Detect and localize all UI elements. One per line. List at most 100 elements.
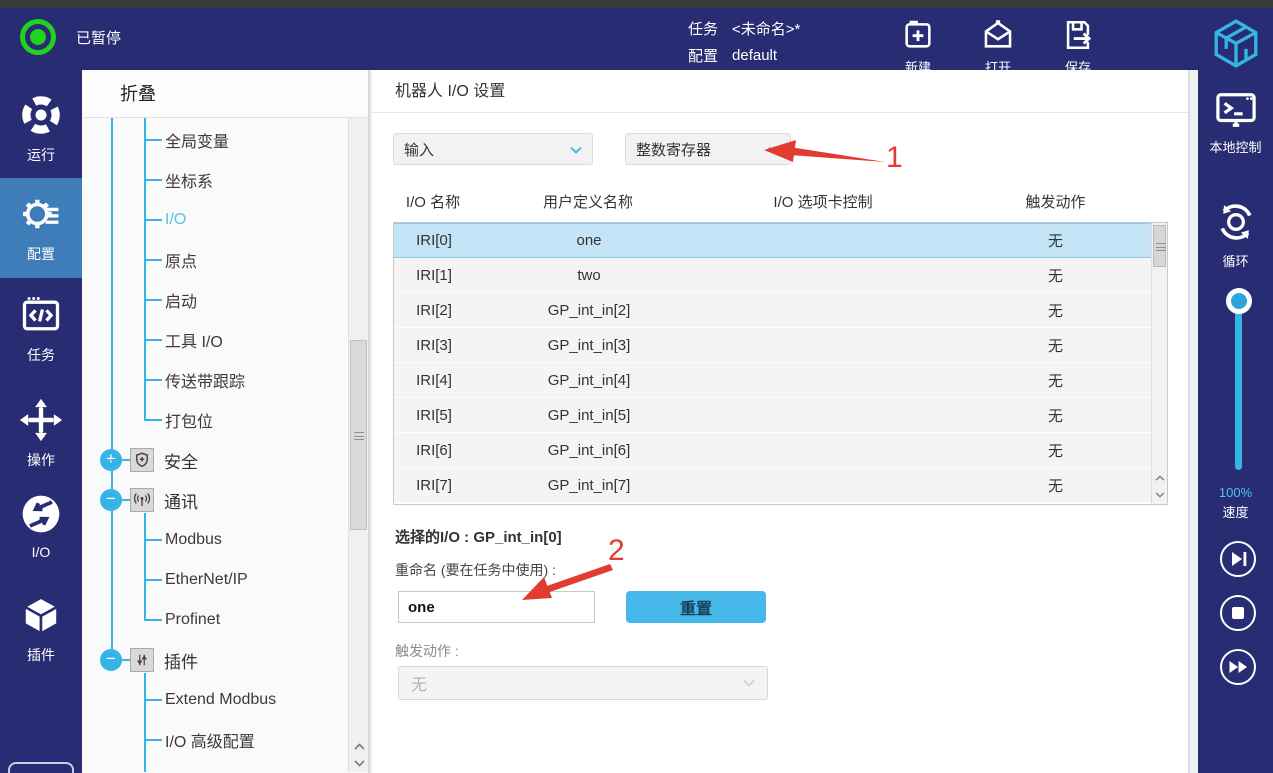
tree-item-coordinate[interactable]: 坐标系 xyxy=(82,160,346,200)
user-name-cell: two xyxy=(474,267,704,284)
trigger-cell: 无 xyxy=(944,265,1167,286)
io-name-cell: IRI[7] xyxy=(394,477,474,494)
rename-input[interactable] xyxy=(398,591,595,623)
speed-slider-track[interactable] xyxy=(1235,300,1242,470)
tree-item-origin[interactable]: 原点 xyxy=(82,240,346,280)
table-row[interactable]: IRI[6] GP_int_in[6] 无 xyxy=(394,433,1167,468)
tree-node-safety[interactable]: + 安全 xyxy=(82,440,346,480)
io-name-cell: IRI[5] xyxy=(394,407,474,424)
trigger-cell: 无 xyxy=(944,335,1167,356)
tree-item-global-vars[interactable]: 全局变量 xyxy=(82,120,346,160)
collapse-header[interactable]: 折叠 xyxy=(82,70,368,118)
tree-item-profinet[interactable]: Profinet xyxy=(82,600,346,640)
local-control-button[interactable]: 本地控制 xyxy=(1198,90,1273,156)
tree-scrollbar[interactable] xyxy=(348,118,368,772)
io-table: IRI[0] one 无 IRI[1] two 无 IRI[2] GP_int_… xyxy=(393,222,1168,505)
user-name-cell: GP_int_in[5] xyxy=(474,407,704,424)
tree-scrollbar-handle[interactable] xyxy=(350,340,367,530)
status-indicator-icon xyxy=(20,19,56,55)
tree-node-plugin[interactable]: − 插件 xyxy=(82,640,346,680)
save-button[interactable]: 保存 xyxy=(1050,18,1106,76)
table-row[interactable]: IRI[4] GP_int_in[4] 无 xyxy=(394,363,1167,398)
selected-io-text: 选择的I/O : GP_int_in[0] xyxy=(395,526,562,547)
sidebar-item-label: 运行 xyxy=(27,145,55,165)
robot-io-settings-panel: 机器人 I/O 设置 输入 整数寄存器 I/O 名称 用户定义名称 I/O 选项… xyxy=(372,70,1190,773)
loop-label: 循环 xyxy=(1222,251,1248,270)
io-name-cell: IRI[1] xyxy=(394,267,474,284)
table-scrollbar[interactable] xyxy=(1151,223,1167,504)
io-direction-dropdown[interactable]: 输入 xyxy=(393,133,593,165)
table-row[interactable]: IRI[3] GP_int_in[3] 无 xyxy=(394,328,1167,363)
tree-item-startup[interactable]: 启动 xyxy=(82,280,346,320)
scroll-up-button[interactable] xyxy=(1152,469,1168,486)
io-name-cell: IRI[3] xyxy=(394,337,474,354)
config-label: 配置 xyxy=(688,45,718,66)
tree-node-communication[interactable]: − 通讯 xyxy=(82,480,346,520)
column-header: I/O 名称 xyxy=(393,191,473,212)
config-name: default xyxy=(732,47,777,64)
user-name-cell: GP_int_in[7] xyxy=(474,477,704,494)
step-next-button[interactable] xyxy=(1219,540,1257,578)
gear-icon xyxy=(19,192,63,239)
table-row[interactable]: IRI[7] GP_int_in[7] 无 xyxy=(394,468,1167,503)
table-row[interactable]: IRI[1] two 无 xyxy=(394,258,1167,293)
table-row[interactable]: IRI[0] one 无 xyxy=(394,223,1167,258)
annotation-number-1: 1 xyxy=(886,141,903,174)
tree-item-conveyor[interactable]: 传送带跟踪 xyxy=(82,360,346,400)
local-control-label: 本地控制 xyxy=(1209,137,1261,156)
table-row[interactable]: IRI[5] GP_int_in[5] 无 xyxy=(394,398,1167,433)
trigger-cell: 无 xyxy=(944,440,1167,461)
reset-button[interactable]: 重置 xyxy=(626,591,766,623)
speed-slider-thumb[interactable] xyxy=(1226,288,1252,314)
run-status: 已暂停 xyxy=(20,19,121,55)
table-scrollbar-handle[interactable] xyxy=(1153,225,1166,267)
table-row[interactable]: IRI[2] GP_int_in[2] 无 xyxy=(394,293,1167,328)
tree-item-tool-io[interactable]: 工具 I/O xyxy=(82,320,346,360)
sidebar-item-operate[interactable]: 操作 xyxy=(0,395,82,473)
scroll-down-button[interactable] xyxy=(1152,486,1168,503)
trigger-action-dropdown: 无 xyxy=(398,666,768,700)
config-tree: 全局变量 坐标系 I/O 原点 启动 工具 I/O 传送带跟踪 打包位 + 安全… xyxy=(82,118,368,772)
loop-icon xyxy=(1213,200,1259,247)
trigger-cell: 无 xyxy=(944,370,1167,391)
sidebar-item-task[interactable]: 任务 xyxy=(0,290,82,368)
column-header: I/O 选项卡控制 xyxy=(703,191,943,212)
new-button[interactable]: 新建 xyxy=(890,18,946,76)
stop-button[interactable] xyxy=(1219,594,1257,632)
scroll-down-button[interactable] xyxy=(349,755,368,772)
column-header: 用户定义名称 xyxy=(473,191,703,212)
sidebar-item-run[interactable]: 运行 xyxy=(0,90,82,168)
open-button[interactable]: 打开 xyxy=(970,18,1026,76)
tree-item-io-advanced[interactable]: I/O 高级配置 xyxy=(82,720,346,760)
tree-item-pack-position[interactable]: 打包位 xyxy=(82,400,346,440)
tree-item-modbus[interactable]: Modbus xyxy=(82,520,346,560)
sidebar-bottom-button[interactable] xyxy=(8,762,74,773)
fast-forward-button[interactable] xyxy=(1219,648,1257,686)
task-label: 任务 xyxy=(688,18,718,39)
sidebar-item-label: I/O xyxy=(32,544,51,560)
scroll-up-button[interactable] xyxy=(349,738,368,755)
tree-item-io[interactable]: I/O xyxy=(82,200,346,240)
page-title: 机器人 I/O 设置 xyxy=(372,70,1188,113)
sidebar-item-plugin[interactable]: 插件 xyxy=(0,590,82,668)
trigger-action-label: 触发动作 : xyxy=(395,641,459,661)
user-name-cell: one xyxy=(474,232,704,249)
move-arrows-icon xyxy=(19,398,63,445)
column-header: 触发动作 xyxy=(943,191,1168,212)
user-name-cell: GP_int_in[3] xyxy=(474,337,704,354)
loop-button[interactable]: 循环 xyxy=(1198,200,1273,270)
tree-item-extend-modbus[interactable]: Extend Modbus xyxy=(82,680,346,720)
sidebar-item-io[interactable]: I/O xyxy=(0,487,82,565)
sidebar-item-config[interactable]: 配置 xyxy=(0,178,82,278)
io-table-header: I/O 名称 用户定义名称 I/O 选项卡控制 触发动作 xyxy=(393,180,1168,222)
io-type-dropdown[interactable]: 整数寄存器 xyxy=(625,133,791,165)
config-tree-panel: 折叠 全局变量 坐标系 I/O 原点 启动 工具 I/O 传送带跟踪 打包位 +… xyxy=(82,70,370,773)
user-name-cell: GP_int_in[4] xyxy=(474,372,704,389)
app-logo-icon xyxy=(1211,18,1261,71)
tree-item-ethernet-ip[interactable]: EtherNet/IP xyxy=(82,560,346,600)
trigger-cell: 无 xyxy=(944,405,1167,426)
io-name-cell: IRI[6] xyxy=(394,442,474,459)
terminal-icon xyxy=(1213,90,1259,133)
io-name-cell: IRI[0] xyxy=(394,232,474,249)
sidebar-item-label: 插件 xyxy=(27,645,55,665)
